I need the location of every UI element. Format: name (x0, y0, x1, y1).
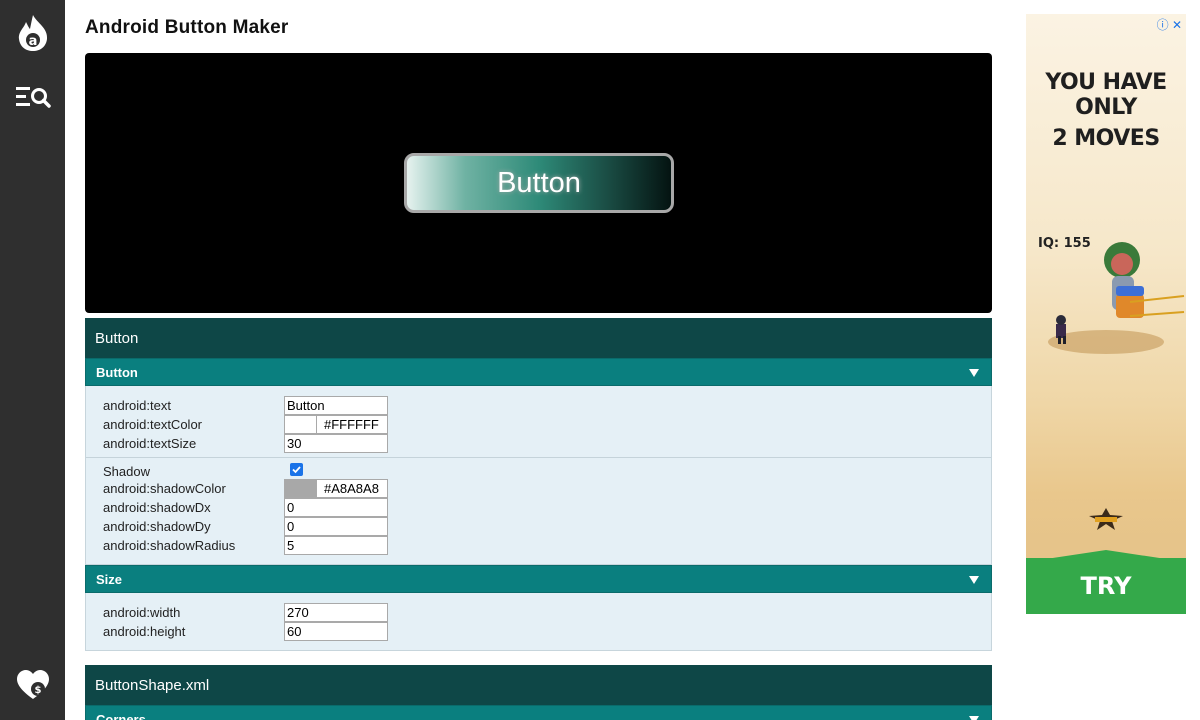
text-color-picker[interactable]: #FFFFFF (284, 415, 388, 434)
property-label: android:shadowDy (103, 519, 211, 534)
ad-try-label: TRY (1080, 572, 1132, 600)
property-row-shadowdx: android:shadowDx (103, 498, 983, 517)
ad-brand-logo-icon (1089, 508, 1123, 530)
page-title: Android Button Maker (85, 17, 289, 38)
group-header-corners[interactable]: Corners (85, 705, 992, 720)
shadow-checkbox[interactable] (290, 463, 303, 476)
property-label: android:shadowDx (103, 500, 211, 515)
color-swatch[interactable] (285, 416, 317, 433)
size-properties-panel: android:width android:height (85, 593, 992, 651)
divider (86, 457, 991, 458)
expand-triangle-icon (969, 716, 979, 720)
property-row-shadowcolor: android:shadowColor #A8A8A8 (103, 479, 983, 498)
property-row-shadowdy: android:shadowDy (103, 517, 983, 536)
button-properties-panel: android:text android:textColor #FFFFFF a… (85, 386, 992, 565)
group-title: Corners (96, 711, 146, 720)
sidebar: a $ (0, 0, 65, 720)
section-header-button: Button (85, 318, 992, 358)
height-input[interactable] (284, 622, 388, 641)
property-row-textsize: android:textSize (103, 434, 983, 453)
expand-triangle-icon (969, 576, 979, 584)
property-label: android:shadowRadius (103, 538, 236, 553)
property-label: android:shadowColor (103, 481, 226, 496)
property-label: android:textColor (103, 417, 202, 432)
main-content: Android Button Maker Button Button Butto… (85, 0, 992, 720)
group-header-size[interactable]: Size (85, 565, 992, 593)
logo-icon[interactable]: a (12, 12, 54, 54)
expand-triangle-icon (969, 369, 979, 377)
section-title: Button (95, 329, 139, 347)
color-hex-value: #A8A8A8 (324, 481, 379, 496)
group-header-button[interactable]: Button (85, 358, 992, 386)
text-input[interactable] (284, 396, 388, 415)
property-label: android:width (103, 605, 181, 620)
group-title: Size (96, 571, 123, 587)
text-size-input[interactable] (284, 434, 388, 453)
property-row-text: android:text (103, 396, 983, 415)
shadow-dx-input[interactable] (284, 498, 388, 517)
svg-text:$: $ (35, 685, 42, 696)
preview-button[interactable]: Button (404, 153, 674, 213)
section-title: ButtonShape.xml (95, 676, 210, 694)
color-swatch[interactable] (285, 480, 317, 497)
shadow-color-picker[interactable]: #A8A8A8 (284, 479, 388, 498)
ad-headline-line2: 2 MOVES (1052, 126, 1160, 151)
property-row-height: android:height (103, 622, 983, 641)
width-input[interactable] (284, 603, 388, 622)
ad-try-button[interactable]: TRY (1026, 558, 1186, 614)
shadow-dy-input[interactable] (284, 517, 388, 536)
svg-text:a: a (29, 34, 38, 49)
advertisement[interactable]: ⓘ ✕ YOU HAVE ONLY 2 MOVES IQ: 155 TRY (1026, 14, 1186, 614)
property-row-shadowradius: android:shadowRadius (103, 536, 983, 555)
ad-headline-line1: YOU HAVE ONLY (1045, 70, 1167, 120)
property-row-width: android:width (103, 603, 983, 622)
property-label: Shadow (103, 464, 150, 479)
shadow-radius-input[interactable] (284, 536, 388, 555)
property-label: android:height (103, 624, 186, 639)
ad-illustration (1048, 242, 1185, 354)
checkmark-icon (292, 466, 301, 474)
donate-heart-icon[interactable]: $ (12, 664, 54, 706)
color-hex-value: #FFFFFF (324, 417, 379, 432)
search-menu-icon[interactable] (12, 76, 54, 118)
property-label: android:text (103, 398, 171, 413)
section-header-shape: ButtonShape.xml (85, 665, 992, 705)
property-row-textcolor: android:textColor #FFFFFF (103, 415, 983, 434)
button-preview-area: Button (85, 53, 992, 313)
group-title: Button (96, 364, 138, 380)
property-label: android:textSize (103, 436, 197, 451)
ad-close-icon[interactable]: ⓘ ✕ (1157, 16, 1182, 33)
